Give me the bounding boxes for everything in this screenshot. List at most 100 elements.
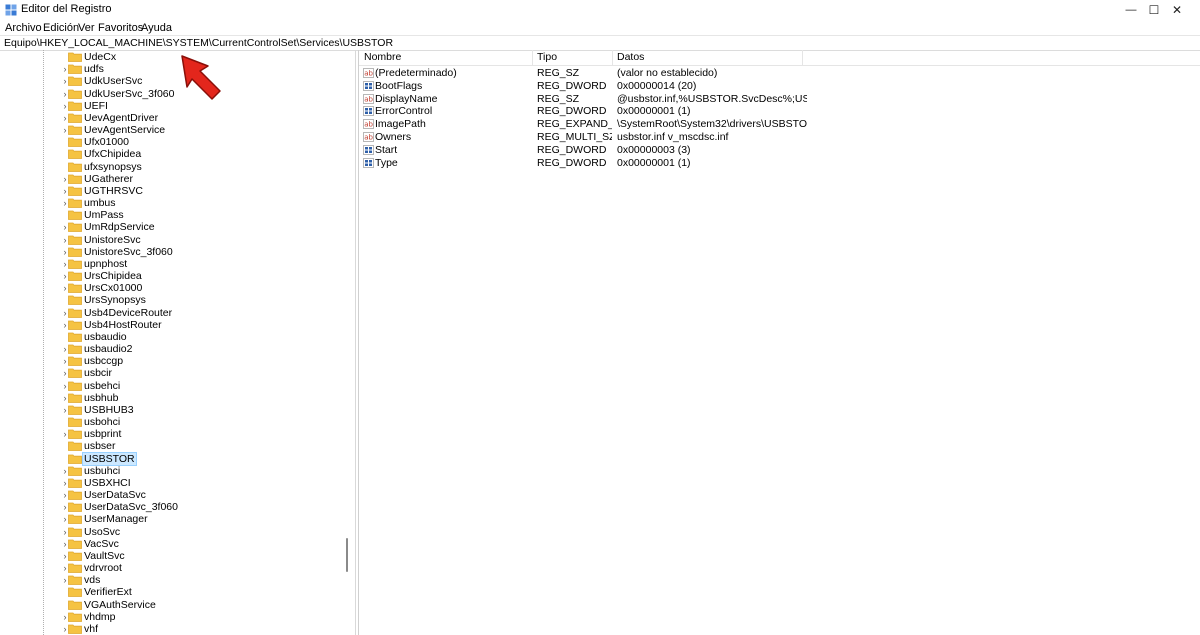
tree-item-label: usbohci bbox=[84, 416, 121, 429]
tree-item[interactable]: › udfs bbox=[0, 63, 340, 75]
tree-item[interactable]: › vds bbox=[0, 574, 340, 586]
svg-text:ab: ab bbox=[364, 95, 373, 103]
folder-icon bbox=[68, 332, 82, 342]
column-header-nombre[interactable]: Nombre bbox=[359, 50, 533, 65]
tree-item-label: UserDataSvc_3f060 bbox=[84, 501, 178, 514]
tree-item[interactable]: › UserDataSvc bbox=[0, 489, 340, 501]
tree-item[interactable]: › VaultSvc bbox=[0, 550, 340, 562]
tree-item[interactable]: › UrsChipidea bbox=[0, 270, 340, 282]
tree-item[interactable]: Ufx01000 bbox=[0, 136, 340, 148]
tree-item[interactable]: › UevAgentService bbox=[0, 124, 340, 136]
tree-item[interactable]: › vdrvroot bbox=[0, 562, 340, 574]
value-row[interactable]: Start REG_DWORD 0x00000003 (3) bbox=[359, 144, 1159, 156]
tree-item-label: UmPass bbox=[84, 209, 124, 222]
title-bar: Editor del Registro — ☐ ✕ bbox=[0, 0, 1200, 20]
tree-item[interactable]: › Usb4HostRouter bbox=[0, 319, 340, 331]
tree-scrollbar-thumb[interactable] bbox=[346, 538, 348, 572]
tree-item-label: UdkUserSvc bbox=[84, 75, 143, 88]
svg-text:ab: ab bbox=[364, 134, 373, 142]
value-row[interactable]: BootFlags REG_DWORD 0x00000014 (20) bbox=[359, 80, 1159, 92]
tree-item[interactable]: › USBHUB3 bbox=[0, 404, 340, 416]
folder-icon bbox=[68, 551, 82, 561]
menu-archivo[interactable]: Archivo bbox=[5, 22, 42, 34]
tree-item-label: UdeCx bbox=[84, 51, 117, 63]
window-title: Editor del Registro bbox=[21, 3, 112, 15]
key-tree-pane[interactable]: UdeCx › udfs › UdkUserSvc › UdkUserSvc_3f060 › U… bbox=[0, 50, 356, 635]
folder-icon bbox=[68, 174, 82, 184]
tree-item[interactable]: › VacSvc bbox=[0, 538, 340, 550]
folder-icon bbox=[68, 624, 82, 634]
menu-edicion[interactable]: Edición bbox=[43, 22, 79, 34]
tree-item[interactable]: › UrsCx01000 bbox=[0, 282, 340, 294]
tree-item[interactable]: › vhf bbox=[0, 623, 340, 635]
tree-item[interactable]: › UevAgentDriver bbox=[0, 112, 340, 124]
tree-item[interactable]: VGAuthService bbox=[0, 599, 340, 611]
tree-item[interactable]: usbaudio bbox=[0, 331, 340, 343]
tree-item-label: UnistoreSvc bbox=[84, 233, 141, 246]
tree-item-label: UevAgentService bbox=[84, 124, 166, 137]
column-header-tipo[interactable]: Tipo bbox=[532, 50, 613, 65]
tree-item[interactable]: UrsSynopsys bbox=[0, 294, 340, 306]
string-value-icon: ab bbox=[363, 68, 374, 78]
tree-item[interactable]: VerifierExt bbox=[0, 586, 340, 598]
tree-item[interactable]: › UGTHRSVC bbox=[0, 185, 340, 197]
binary-value-icon bbox=[363, 157, 374, 168]
tree-item[interactable]: › UGatherer bbox=[0, 173, 340, 185]
tree-item[interactable]: › UmRdpService bbox=[0, 221, 340, 233]
tree-item[interactable]: › Usb4DeviceRouter bbox=[0, 307, 340, 319]
folder-icon bbox=[68, 405, 82, 415]
tree-item-label: usbccgp bbox=[84, 355, 124, 368]
value-name: ErrorControl bbox=[375, 105, 433, 118]
value-row[interactable]: abImagePath REG_EXPAND_SZ \SystemRoot\Syst… bbox=[359, 118, 1159, 130]
tree-item-label: UrsChipidea bbox=[84, 270, 142, 283]
tree-item[interactable]: USBSTOR bbox=[0, 451, 340, 466]
tree-item[interactable]: › usbccgp bbox=[0, 355, 340, 367]
folder-icon bbox=[68, 502, 82, 513]
tree-item[interactable]: › UserDataSvc_3f060 bbox=[0, 501, 340, 513]
column-header-datos[interactable]: Datos bbox=[612, 50, 803, 65]
tree-item[interactable]: › USBXHCI bbox=[0, 477, 340, 489]
tree-item[interactable]: › usbuhci bbox=[0, 465, 340, 477]
close-button[interactable]: ✕ bbox=[1154, 0, 1200, 20]
value-row[interactable]: ErrorControl REG_DWORD 0x00000001 (1) bbox=[359, 105, 1159, 117]
menu-ver[interactable]: Ver bbox=[78, 22, 95, 34]
values-list-pane[interactable]: Nombre Tipo Datos ab (Predeterminado) REG_… bbox=[358, 50, 1200, 635]
tree-item[interactable]: › UdkUserSvc_3f060 bbox=[0, 88, 340, 100]
tree-item[interactable]: › usbhub bbox=[0, 392, 340, 404]
tree-item[interactable]: › usbcir bbox=[0, 367, 340, 379]
folder-icon bbox=[68, 442, 82, 452]
tree-item[interactable]: UmPass bbox=[0, 209, 340, 221]
tree-item[interactable]: › upnphost bbox=[0, 258, 340, 270]
value-row[interactable]: ab DisplayName REG_SZ @usbstor.inf,%USBSTOR… bbox=[359, 93, 1159, 105]
tree-item[interactable]: › usbprint bbox=[0, 428, 340, 440]
tree-item[interactable]: › usbehci bbox=[0, 380, 340, 392]
value-data: 0x00000014 (20) bbox=[617, 79, 697, 92]
tree-item[interactable]: usbohci bbox=[0, 416, 340, 428]
value-type: REG_DWORD bbox=[537, 79, 607, 92]
tree-item[interactable]: UdeCx bbox=[0, 51, 340, 63]
tree-item[interactable]: › usbaudio2 bbox=[0, 343, 340, 355]
tree-item[interactable]: › vhdmp bbox=[0, 611, 340, 623]
address-bar[interactable]: Equipo\HKEY_LOCAL_MACHINE\SYSTEM\Current… bbox=[0, 35, 1200, 51]
address-path[interactable]: Equipo\HKEY_LOCAL_MACHINE\SYSTEM\Current… bbox=[4, 37, 393, 49]
value-row[interactable]: ab (Predeterminado) REG_SZ (valor no establ… bbox=[359, 67, 1159, 79]
tree-item[interactable]: › UsoSvc bbox=[0, 526, 340, 538]
menu-favoritos[interactable]: Favoritos bbox=[98, 22, 143, 34]
tree-item[interactable]: › UserManager bbox=[0, 513, 340, 525]
tree-item[interactable]: usbser bbox=[0, 440, 340, 452]
tree-item[interactable]: › UdkUserSvc bbox=[0, 75, 340, 87]
tree-item[interactable]: ufxsynopsys bbox=[0, 161, 340, 173]
tree-item[interactable]: UfxChipidea bbox=[0, 148, 340, 160]
tree-item[interactable]: › UEFI bbox=[0, 100, 340, 112]
value-row[interactable]: Type REG_DWORD 0x00000001 (1) bbox=[359, 157, 1159, 169]
tree-item-label: UfxChipidea bbox=[84, 148, 142, 161]
folder-icon bbox=[68, 381, 82, 391]
tree-item-label: upnphost bbox=[84, 257, 128, 270]
menu-ayuda[interactable]: Ayuda bbox=[141, 22, 172, 34]
value-row[interactable]: ab Owners REG_MULTI_SZ usbstor.inf v_mscdsc… bbox=[359, 131, 1159, 143]
tree-item[interactable]: › UnistoreSvc_3f060 bbox=[0, 246, 340, 258]
folder-icon bbox=[68, 259, 82, 269]
tree-item-label: UEFI bbox=[84, 99, 108, 112]
tree-item[interactable]: › UnistoreSvc bbox=[0, 234, 340, 246]
tree-item[interactable]: › umbus bbox=[0, 197, 340, 209]
